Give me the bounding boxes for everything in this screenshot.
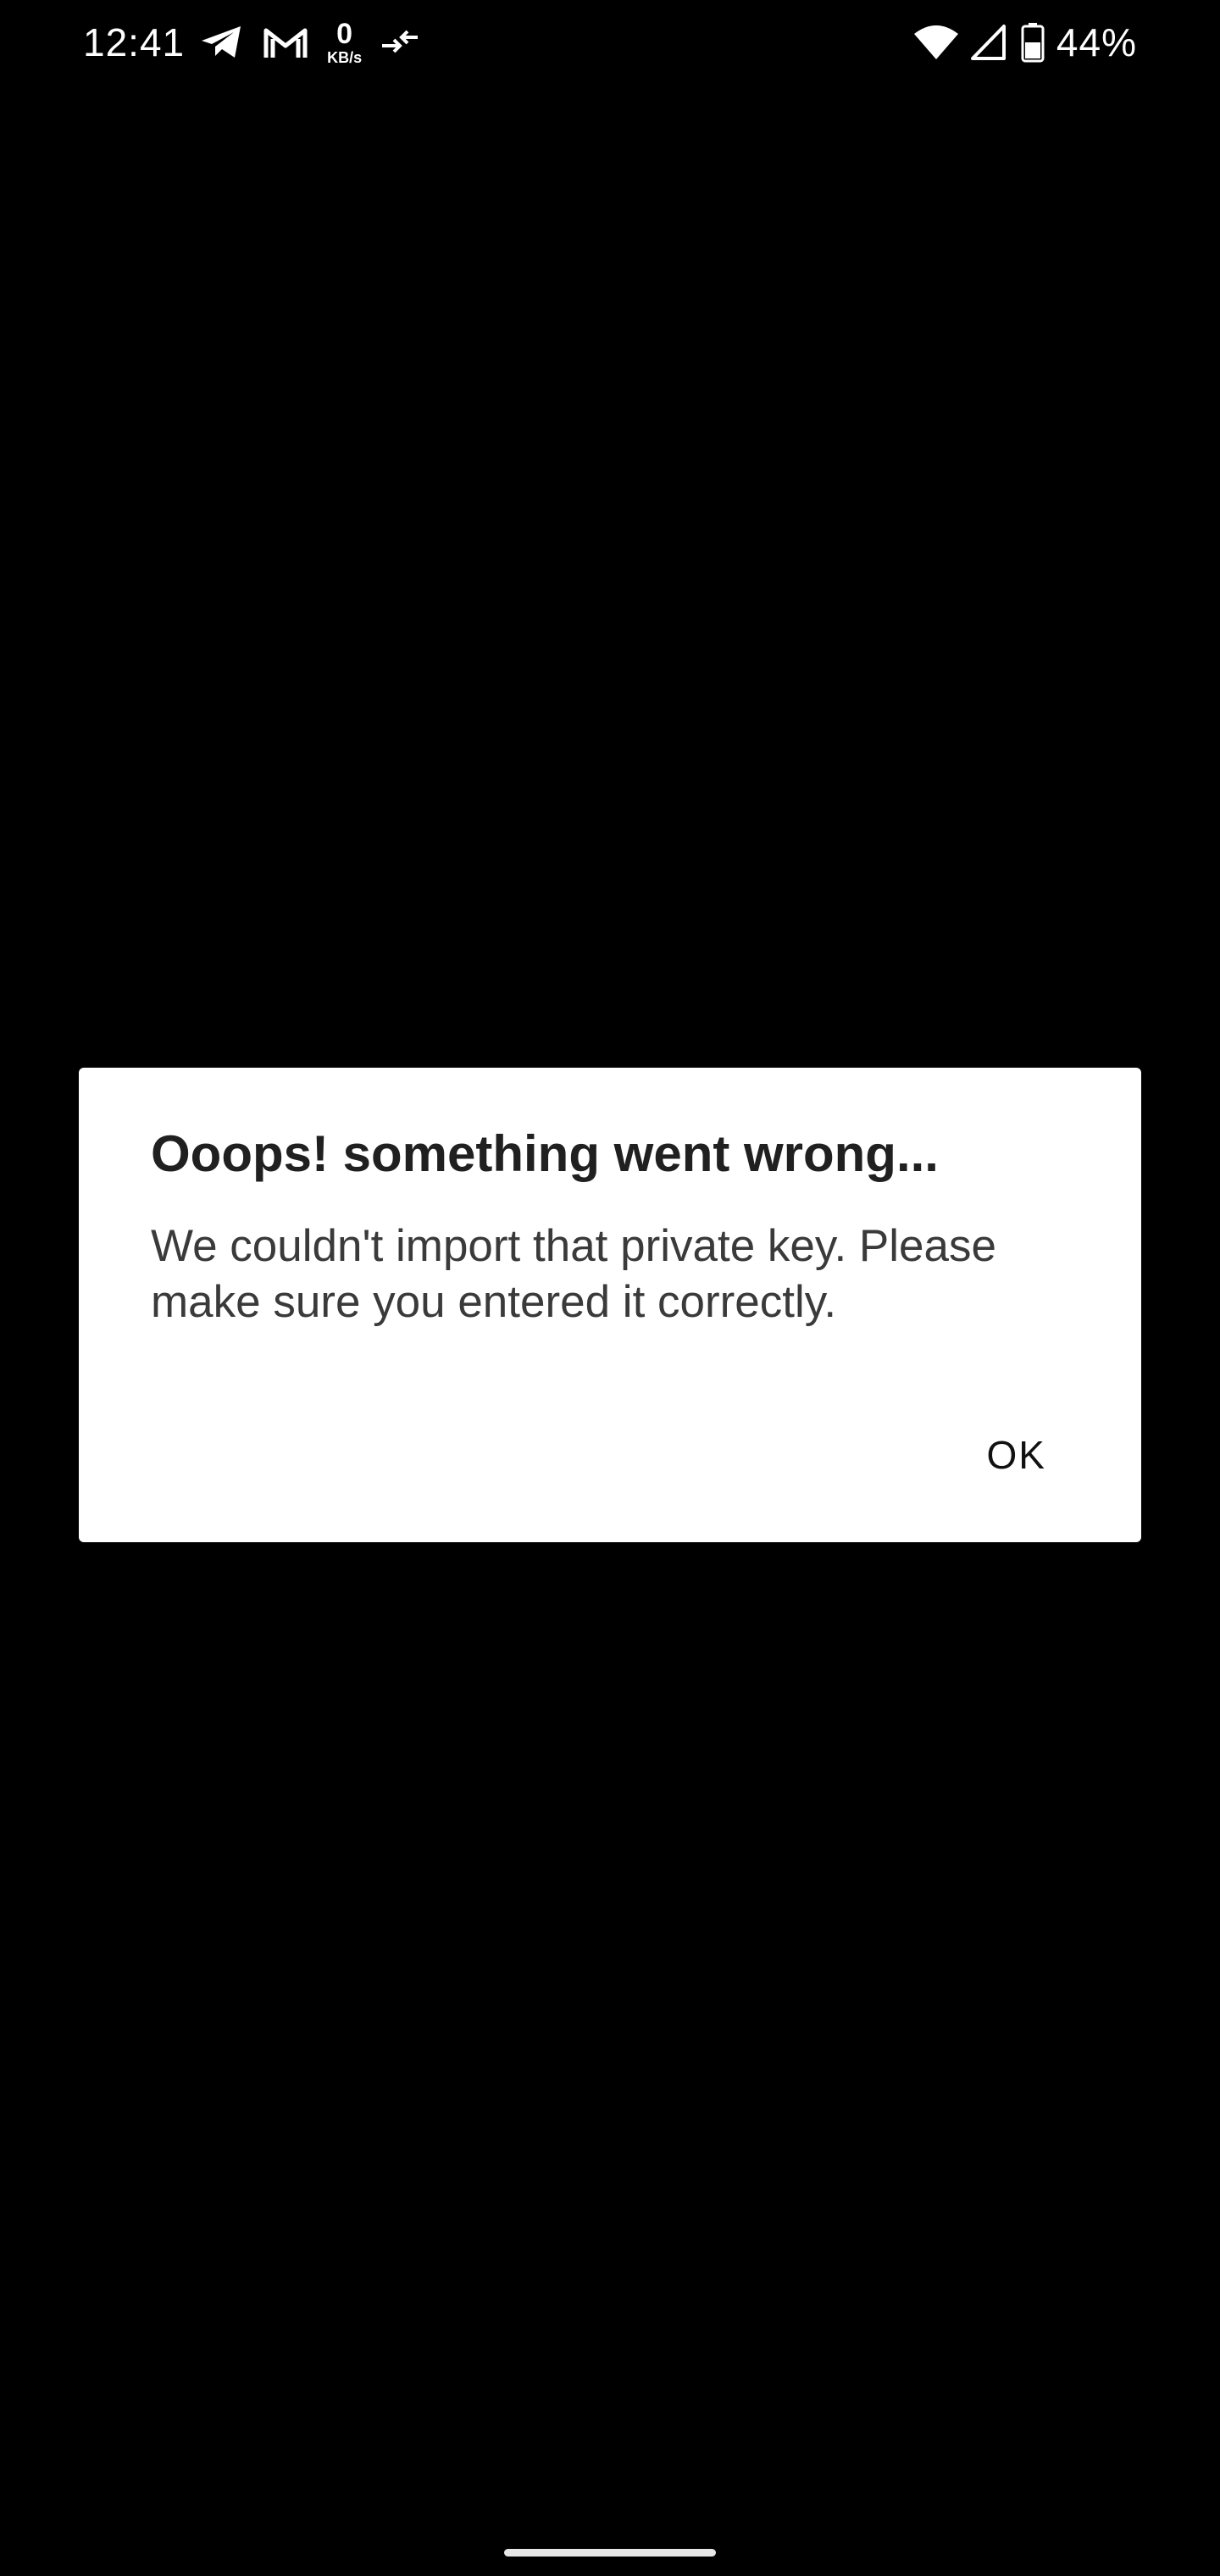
battery-icon [1021,22,1045,63]
status-bar-left: 12:41 0 KB/s [83,15,438,69]
status-time: 12:41 [83,20,186,64]
dialog-message: We couldn't import that private key. Ple… [151,1221,996,1327]
data-transfer-icon [380,29,419,56]
navigation-handle[interactable] [504,2549,716,2557]
battery-percentage: 44% [1056,20,1137,64]
gmail-icon [263,25,308,59]
error-dialog: Ooops! something went wrong... We couldn… [79,1068,1141,1542]
network-speed-unit: KB/s [327,49,363,66]
wifi-icon [912,24,960,61]
status-bar-right: 44% [912,15,1137,69]
dialog-title: Ooops! something went wrong... [151,1125,939,1182]
cell-signal-icon [970,24,1007,61]
status-bar: 12:41 0 KB/s 44% [0,0,1220,85]
telegram-icon [200,24,244,61]
network-speed-value: 0 [336,18,353,50]
network-speed-indicator: 0 KB/s [327,19,362,65]
ok-button[interactable]: OK [968,1415,1065,1495]
